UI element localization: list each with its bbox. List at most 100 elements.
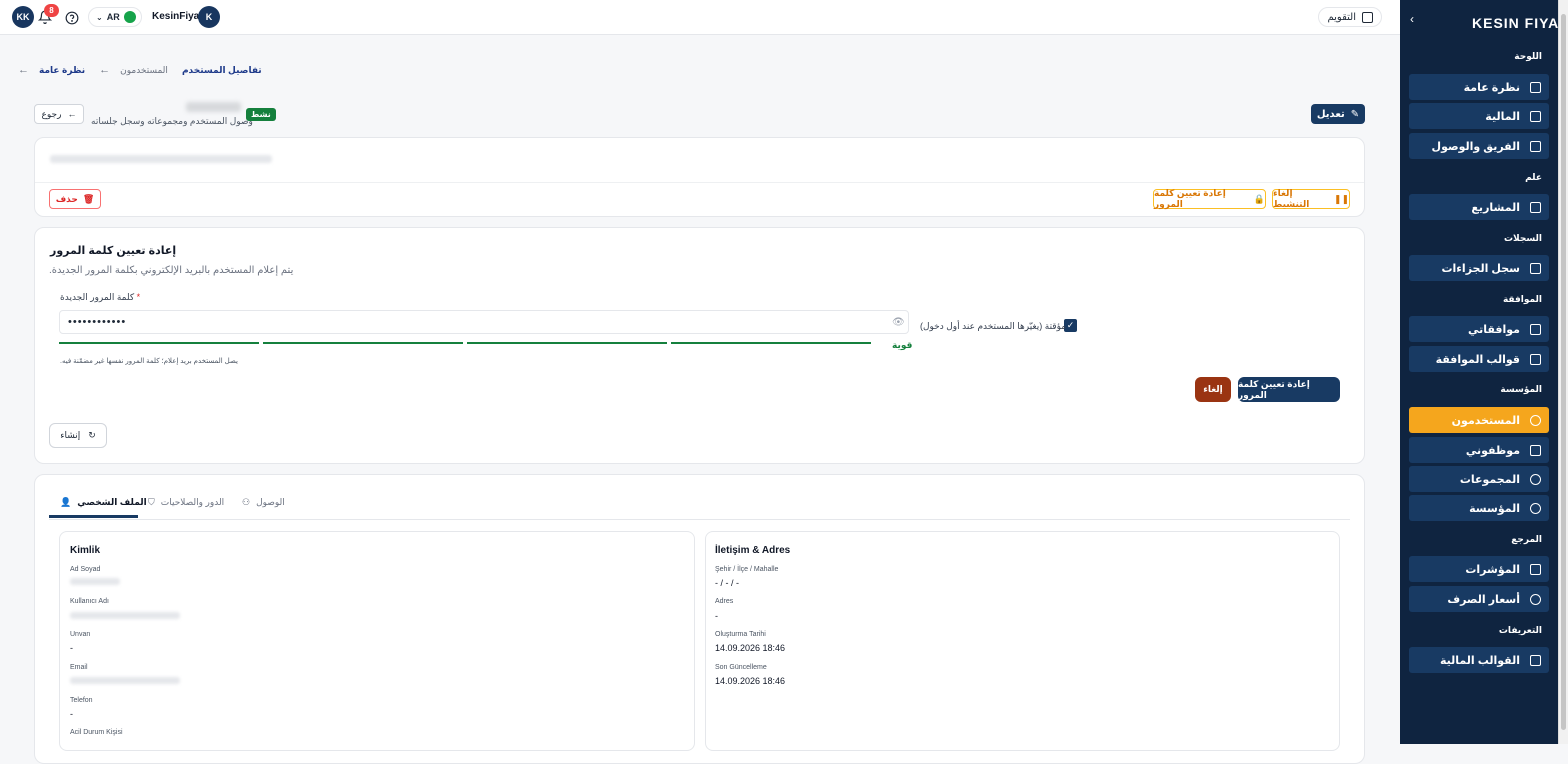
sidebar-item-exchange-rates[interactable]: أسعار الصرف [1409, 586, 1549, 612]
calendar-label: التقويم [1327, 11, 1356, 23]
back-button[interactable]: رجوع ← [34, 104, 84, 124]
tab-access-label: الوصول [256, 497, 285, 507]
lock-icon: 🔒 [1253, 193, 1265, 204]
section-records: السجلات [1504, 233, 1542, 243]
language-selector[interactable]: ⌄ AR [88, 7, 142, 27]
cancel-button[interactable]: إلغاء [1195, 377, 1231, 402]
breadcrumb-users[interactable]: المستخدمون [120, 65, 168, 76]
email-label: Email [70, 664, 88, 671]
shield-icon: ⛉ [148, 497, 155, 507]
sidebar-item-label: أسعار الصرف [1447, 593, 1520, 606]
delete-button[interactable]: حذف 🗑 [49, 189, 101, 209]
flag-icon [123, 11, 136, 23]
sidebar-item-groups[interactable]: المجموعات [1409, 466, 1549, 492]
tab-profile[interactable]: 👤 الملف الشخصي [60, 497, 147, 508]
refresh-icon: ↻ [88, 430, 96, 440]
city-label: Şehir / İlçe / Mahalle [715, 566, 779, 573]
reset-password-button[interactable]: إعادة تعيين كلمة المرور 🔒 [1153, 188, 1266, 209]
identity-panel [59, 531, 695, 751]
arrow-left-icon: ← [18, 64, 29, 76]
breadcrumb: ← نظرة عامة ← المستخدمون تفاصيل المستخدم [18, 64, 262, 76]
trash-icon: 🗑 [82, 193, 95, 204]
sidebar-item-team-access[interactable]: الفريق والوصول [1409, 133, 1549, 159]
home-icon [1530, 81, 1541, 93]
user-icon [1530, 414, 1541, 426]
contact-panel [705, 531, 1340, 751]
password-input[interactable]: •••••••••••• [59, 310, 909, 334]
city-value: - / - / - [715, 578, 739, 588]
password-field-label: كلمة المرور الجديدة * [60, 292, 140, 303]
tab-active-indicator [49, 515, 138, 518]
deactivate-label: إلغاء التنشيط [1273, 188, 1310, 209]
section-dashboard: اللوحة [1514, 51, 1542, 61]
eye-icon[interactable]: 👁 [892, 317, 905, 328]
reset-password-title: إعادة تعيين كلمة المرور [50, 245, 177, 257]
updated-value: 14.09.2026 18:46 [715, 676, 786, 686]
username-value-redacted [70, 612, 180, 619]
tab-divider [49, 519, 1350, 520]
calendar-icon [1362, 11, 1373, 23]
job-title-label: Unvan [70, 631, 91, 638]
sidebar-item-my-employees[interactable]: موظفوني [1409, 437, 1549, 463]
chevron-left-icon[interactable]: ‹ [1410, 12, 1414, 26]
breadcrumb-overview[interactable]: نظرة عامة [39, 65, 85, 76]
reset-password-description: .يتم إعلام المستخدم بالبريد الإلكتروني ب… [49, 265, 294, 276]
wallet-icon [1530, 110, 1541, 122]
contact-title: İletişim & Adres [715, 545, 791, 556]
sidebar-item-finance[interactable]: المالية [1409, 103, 1549, 129]
sidebar-item-label: القوالب المالية [1439, 654, 1520, 667]
tab-profile-label: الملف الشخصي [77, 497, 147, 507]
arrow-left-icon: ← [67, 109, 77, 119]
sidebar-item-indicators[interactable]: المؤشرات [1409, 556, 1549, 582]
password-label-text: كلمة المرور الجديدة [60, 292, 135, 302]
folder-icon [1530, 201, 1541, 213]
logo: KESIN FIYAT [1472, 15, 1568, 31]
breadcrumb-user-details: تفاصيل المستخدم [181, 64, 262, 75]
generate-label: إنشاء [60, 430, 81, 440]
section-reference: المرجع [1511, 534, 1542, 544]
sidebar-item-my-approvals[interactable]: موافقاتي [1409, 316, 1549, 342]
top-bar: KK 8 ⌄ AR KesinFiyat K التقويم [0, 0, 1400, 35]
edit-button[interactable]: تعديل ✎ [1311, 104, 1365, 124]
sidebar-item-financial-templates[interactable]: القوالب المالية [1409, 647, 1549, 673]
sidebar-item-label: المستخدمون [1451, 414, 1520, 427]
name-value-redacted [70, 578, 120, 585]
users-icon [1530, 473, 1541, 485]
calendar-button[interactable]: التقويم [1318, 7, 1382, 27]
deactivate-button[interactable]: إلغاء التنشيط ❚❚ [1272, 188, 1350, 209]
pause-icon: ❚❚ [1333, 193, 1349, 204]
language-code: AR [106, 12, 120, 22]
tab-access[interactable]: ⚇ الوصول [242, 497, 285, 508]
temporary-label: مؤقتة (يغيّرها المستخدم عند أول دخول) [920, 321, 1067, 331]
generate-password-button[interactable]: إنشاء ↻ [49, 423, 107, 448]
section-general: علم [1525, 172, 1542, 182]
help-icon[interactable] [64, 10, 79, 25]
emergency-contact-label: Acil Durum Kişisi [70, 729, 123, 736]
submit-reset-button[interactable]: إعادة تعيين كلمة المرور [1238, 377, 1340, 402]
sidebar-item-organization[interactable]: المؤسسة [1409, 495, 1549, 521]
scrollbar-thumb[interactable] [1561, 14, 1566, 730]
sidebar-item-projects[interactable]: المشاريع [1409, 194, 1549, 220]
strength-segment [467, 342, 667, 344]
tab-roles[interactable]: ⛉ الدور والصلاحيات [148, 497, 224, 508]
file-icon [1530, 262, 1541, 274]
sidebar-item-label: قوالب الموافقة [1435, 353, 1520, 366]
scrollbar[interactable] [1558, 0, 1568, 744]
strength-segment [263, 342, 463, 344]
user-email-redacted [50, 155, 272, 163]
sidebar-item-penalty-log[interactable]: سجل الجزاءات [1409, 255, 1549, 281]
user-cog-icon [1530, 502, 1541, 514]
sidebar-item-users[interactable]: المستخدمون [1409, 407, 1549, 433]
back-label: رجوع [41, 108, 62, 119]
sidebar-item-approval-templates[interactable]: قوالب الموافقة [1409, 346, 1549, 372]
company-avatar[interactable]: K [198, 6, 220, 28]
name-label: Ad Soyad [70, 566, 101, 573]
delete-label: حذف [55, 193, 78, 204]
strength-segment [671, 342, 871, 344]
clipboard-icon [1530, 323, 1541, 335]
user-name-redacted [186, 102, 241, 112]
sidebar-item-label: المشاريع [1471, 201, 1520, 214]
pencil-icon: ✎ [1350, 108, 1360, 120]
user-avatar[interactable]: KK [12, 6, 34, 28]
sidebar-item-overview[interactable]: نظرة عامة [1409, 74, 1549, 100]
